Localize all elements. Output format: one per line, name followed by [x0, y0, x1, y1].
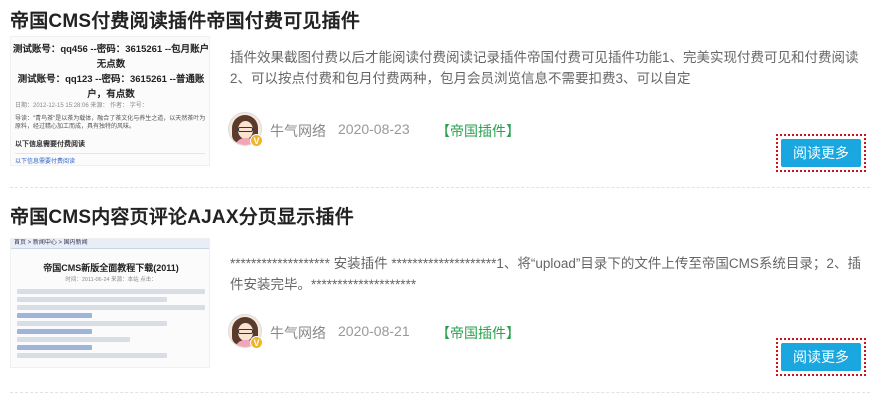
author-name[interactable]: 牛气网络: [270, 323, 326, 343]
category-bracket-close: 】: [506, 325, 520, 341]
thumbnail-line: 户，有点数: [87, 89, 135, 100]
author-name[interactable]: 牛气网络: [270, 121, 326, 141]
thumbnail-line: 无点数: [96, 59, 126, 70]
category-label: 帝国插件: [450, 123, 506, 139]
article-title[interactable]: 帝国CMS内容页评论AJAX分页显示插件: [10, 202, 354, 229]
read-more-button[interactable]: 阅读更多: [781, 139, 861, 167]
thumbnail-breadcrumb: 首页 > 新闻中心 > 国内新闻: [11, 239, 209, 249]
read-more-button[interactable]: 阅读更多: [781, 343, 861, 371]
thumbnail-body: 导读："青鸟茶"是以茶为载体，融合了茶文化与养生之道，以天然茶叶为原料，经过精心…: [15, 116, 206, 130]
read-more-highlight: 阅读更多: [776, 134, 866, 172]
article-summary: 插件效果截图付费以后才能阅读付费阅读记录插件帝国付费可见插件功能1、完美实现付费…: [230, 50, 859, 86]
thumbnail-title: 帝国CMS新版全面教程下载(2011): [43, 263, 179, 273]
article-thumbnail[interactable]: 测试账号：qq456 --密码：3615261 --包月账户 无点数 测试账号：…: [10, 36, 210, 166]
thumbnail-meta: 时间：2011-06-24 来源：本站 点击：: [65, 277, 157, 283]
article-summary: ******************* 安装插件 ***************…: [230, 256, 861, 292]
verified-badge-icon: V: [250, 336, 263, 349]
article-thumbnail[interactable]: 首页 > 新闻中心 > 国内新闻 帝国CMS新版全面教程下载(2011) 时间：…: [10, 238, 210, 368]
article-card: 帝国CMS内容页评论AJAX分页显示插件 首页 > 新闻中心 > 国内新闻 帝国…: [0, 196, 880, 392]
verified-badge-icon: V: [250, 134, 263, 147]
category-bracket-close: 】: [506, 123, 520, 139]
thumbnail-line: 测试账号：qq123 --密码：3615261 --普通账: [17, 74, 205, 85]
thumbnail-divider: [15, 153, 205, 154]
publish-date: 2020-08-21: [338, 323, 410, 339]
read-more-highlight: 阅读更多: [776, 338, 866, 376]
category-label: 帝国插件: [450, 325, 506, 341]
article-divider: [10, 392, 870, 393]
article-title[interactable]: 帝国CMS付费阅读插件帝国付费可见插件: [10, 6, 360, 33]
category-bracket-open: 【: [436, 325, 450, 341]
thumbnail-meta: 日期：2012-12-15 15:28:06 来源： 作者： 字号：: [15, 103, 148, 109]
category-link[interactable]: 【帝国插件】: [436, 121, 520, 141]
article-divider: [10, 187, 870, 188]
thumbnail-link: 以下信息需要付费阅读: [15, 141, 85, 148]
thumbnail-text-lines: [17, 289, 205, 361]
article-card: 帝国CMS付费阅读插件帝国付费可见插件 测试账号：qq456 --密码：3615…: [0, 0, 880, 188]
thumbnail-line: 测试账号：qq456 --密码：3615261 --包月账户: [12, 44, 210, 55]
category-link[interactable]: 【帝国插件】: [436, 323, 520, 343]
category-bracket-open: 【: [436, 123, 450, 139]
publish-date: 2020-08-23: [338, 121, 410, 137]
thumbnail-sub: 以下信息需要付费阅读: [15, 159, 76, 165]
